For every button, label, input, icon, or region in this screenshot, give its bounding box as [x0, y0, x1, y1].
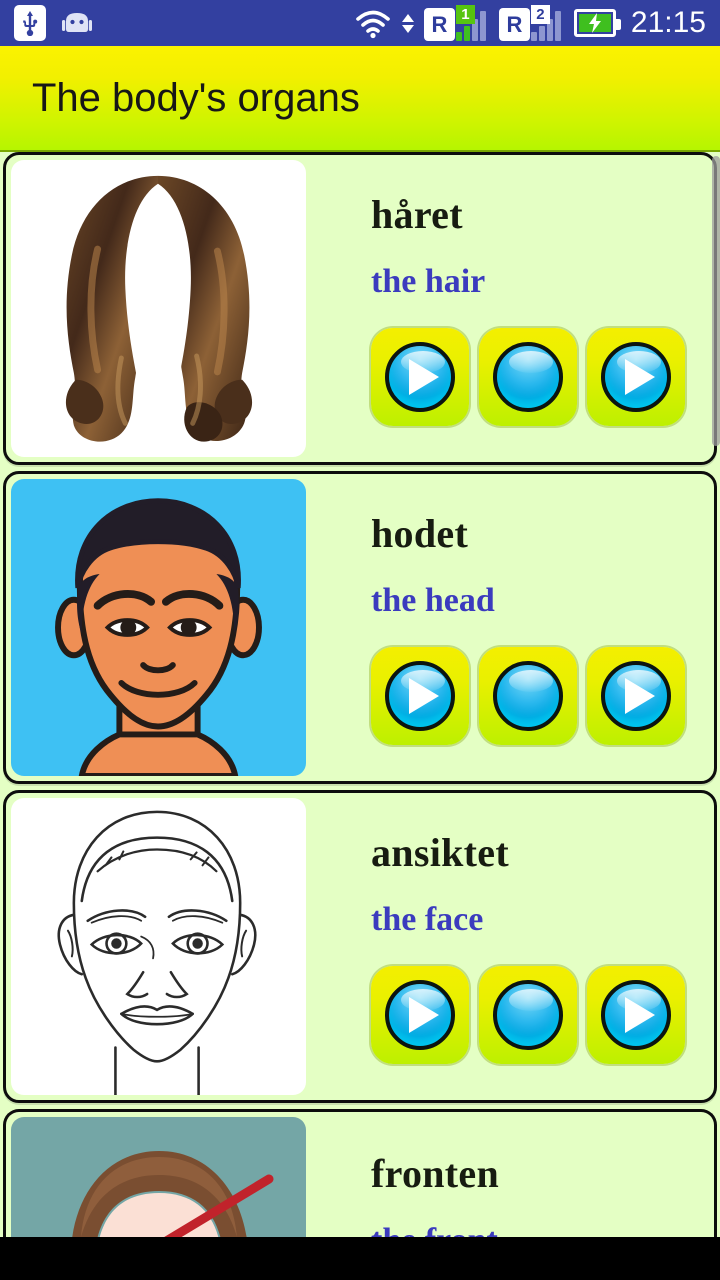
item-button-row [371, 647, 714, 746]
list-item[interactable]: fronten the front [3, 1109, 717, 1237]
record-button[interactable] [479, 647, 577, 746]
item-button-row [371, 328, 714, 427]
usb-icon [14, 5, 46, 41]
item-native-word: hodet [371, 511, 469, 556]
wifi-icon [354, 7, 392, 39]
android-icon [60, 9, 94, 37]
forehead-illustration-with-arrow [72, 1151, 274, 1237]
item-translation: the front [371, 1222, 714, 1237]
play-icon [601, 980, 671, 1051]
item-native-word: ansiktet [371, 830, 509, 875]
battery-charging-icon [573, 9, 621, 37]
sim2-signal-bars: 2 [530, 5, 565, 41]
play-native-button[interactable] [371, 647, 469, 746]
play-icon [385, 661, 455, 732]
item-thumbnail[interactable] [11, 160, 306, 457]
play-native-button[interactable] [371, 966, 469, 1065]
item-content: håret the hair [306, 155, 714, 462]
play-native-button[interactable] [371, 328, 469, 427]
page-title: The body's organs [32, 75, 360, 120]
app-screen: R 1 R 2 21:15 The body's organs håret th… [0, 0, 720, 1280]
item-content: fronten the front [306, 1112, 714, 1238]
sim1-roaming-label: R [423, 8, 455, 41]
play-icon [601, 342, 671, 413]
play-translation-button[interactable] [587, 966, 685, 1065]
item-thumbnail[interactable] [11, 798, 306, 1095]
item-button-row [371, 966, 714, 1065]
play-icon [601, 661, 671, 732]
hair-illustration [65, 175, 253, 442]
head-illustration [55, 498, 262, 776]
record-button[interactable] [479, 966, 577, 1065]
sim1-signal: R 1 [423, 5, 490, 41]
app-header: The body's organs [0, 46, 720, 152]
play-icon [385, 342, 455, 413]
play-translation-button[interactable] [587, 328, 685, 427]
status-bar-right-icons: R 1 R 2 21:15 [354, 5, 720, 41]
status-bar-left-icons [0, 5, 94, 41]
system-navigation-bar [0, 1237, 720, 1280]
item-translation: the hair [371, 263, 486, 300]
item-native-word: fronten [371, 1151, 500, 1196]
vocabulary-list[interactable]: håret the hair hodet the head ansiktet t… [0, 152, 720, 1237]
circle-icon [493, 342, 563, 413]
sim2-signal: R 2 [498, 5, 565, 41]
list-item[interactable]: håret the hair [3, 152, 717, 465]
circle-icon [493, 980, 563, 1051]
record-button[interactable] [479, 328, 577, 427]
item-content: hodet the head [306, 474, 714, 781]
list-item[interactable]: ansiktet the face [3, 790, 717, 1103]
item-translation: the head [371, 582, 495, 619]
face-line-drawing [57, 810, 257, 1095]
sim2-roaming-label: R [498, 8, 530, 41]
circle-icon [493, 661, 563, 732]
sim1-number: 1 [455, 5, 475, 24]
play-icon [385, 980, 455, 1051]
sim2-number: 2 [530, 5, 550, 24]
item-thumbnail[interactable] [11, 1117, 306, 1237]
data-transfer-arrows-icon [401, 8, 415, 38]
vertical-scrollbar[interactable] [712, 156, 720, 446]
status-bar: R 1 R 2 21:15 [0, 0, 720, 46]
item-content: ansiktet the face [306, 793, 714, 1100]
item-native-word: håret [371, 192, 463, 237]
sim1-signal-bars: 1 [455, 5, 490, 41]
list-item[interactable]: hodet the head [3, 471, 717, 784]
item-thumbnail[interactable] [11, 479, 306, 776]
status-bar-clock: 21:15 [630, 6, 706, 39]
play-translation-button[interactable] [587, 647, 685, 746]
item-translation: the face [371, 901, 484, 938]
